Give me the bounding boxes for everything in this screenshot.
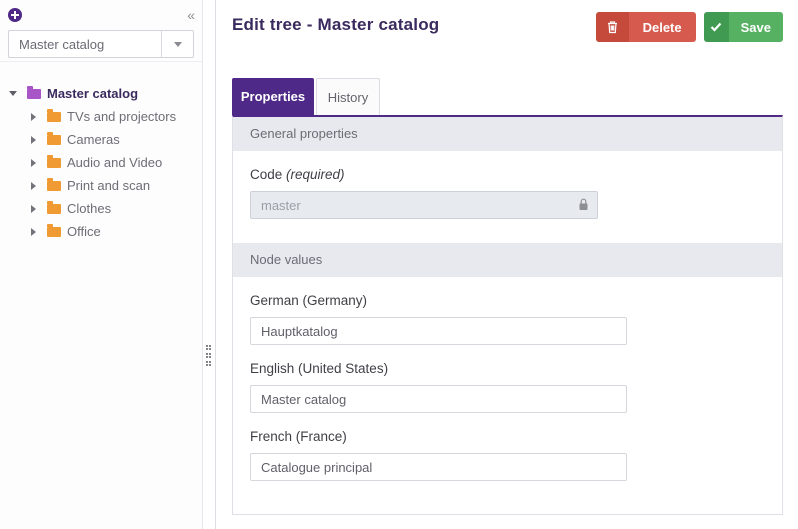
section-general-properties: General properties (233, 117, 782, 151)
tree-node-label[interactable]: Print and scan (67, 178, 150, 193)
code-input (250, 191, 598, 219)
tree-node[interactable]: Audio and Video (28, 151, 202, 174)
tree-collapsed-caret-icon[interactable] (28, 159, 43, 167)
category-tree-sidebar: « Master catalog Master catalog TVs and … (0, 0, 203, 529)
caret-down-icon (174, 42, 182, 47)
save-button-label: Save (729, 12, 783, 42)
locale-label: French (France) (250, 429, 765, 444)
category-tree: Master catalog TVs and projectors Camera… (0, 62, 202, 243)
folder-icon (47, 227, 61, 237)
folder-icon (47, 135, 61, 145)
delete-button[interactable]: Delete (596, 12, 696, 42)
save-button[interactable]: Save (704, 12, 783, 42)
create-tree-icon[interactable] (8, 8, 22, 22)
tree-node-label[interactable]: Audio and Video (67, 155, 162, 170)
collapse-sidebar-icon[interactable]: « (187, 8, 195, 22)
page-header: Edit tree - Master catalog Delete (232, 0, 783, 78)
code-label: Code (required) (250, 167, 765, 182)
tree-collapsed-caret-icon[interactable] (28, 182, 43, 190)
locale-input[interactable] (250, 385, 627, 413)
folder-open-icon (27, 89, 41, 99)
check-icon (704, 12, 729, 42)
tab-history[interactable]: History (316, 78, 380, 115)
tree-collapsed-caret-icon[interactable] (28, 136, 43, 144)
locale-label: German (Germany) (250, 293, 765, 308)
folder-icon (47, 112, 61, 122)
tree-collapsed-caret-icon[interactable] (28, 205, 43, 213)
tree-collapsed-caret-icon[interactable] (28, 228, 43, 236)
code-field: Code (required) (250, 167, 765, 219)
tree-expanded-caret-icon[interactable] (8, 91, 23, 96)
main-content: Edit tree - Master catalog Delete (216, 0, 798, 529)
tab-bar: Properties History (232, 78, 783, 115)
properties-panel: General properties Code (required) (232, 115, 783, 515)
locale-label: English (United States) (250, 361, 765, 376)
header-actions: Delete Save (596, 12, 783, 42)
sidebar-toolbar: « (0, 0, 202, 24)
resize-grip-icon[interactable] (206, 345, 208, 366)
locale-input[interactable] (250, 453, 627, 481)
tree-node-label[interactable]: Cameras (67, 132, 120, 147)
page-title: Edit tree - Master catalog (232, 15, 439, 35)
sidebar-resize-gutter[interactable] (203, 0, 216, 529)
tree-selector-caret[interactable] (161, 31, 193, 57)
tree-node[interactable]: Cameras (28, 128, 202, 151)
tree-selector-dropdown[interactable]: Master catalog (8, 30, 194, 58)
app-window: « Master catalog Master catalog TVs and … (0, 0, 798, 529)
section-node-values: Node values (233, 243, 782, 277)
tree-node[interactable]: Clothes (28, 197, 202, 220)
folder-icon (47, 158, 61, 168)
tree-root-label[interactable]: Master catalog (47, 86, 138, 101)
tree-node[interactable]: Print and scan (28, 174, 202, 197)
folder-icon (47, 181, 61, 191)
tree-node-label[interactable]: Clothes (67, 201, 111, 216)
required-hint: (required) (286, 167, 345, 182)
tree-root-node[interactable]: Master catalog (8, 82, 202, 105)
locale-field: German (Germany) (250, 293, 765, 345)
tree-node-label[interactable]: Office (67, 224, 101, 239)
delete-button-label: Delete (629, 12, 696, 42)
tree-children: TVs and projectors Cameras Audio and Vid… (8, 105, 202, 243)
tree-node[interactable]: Office (28, 220, 202, 243)
folder-icon (47, 204, 61, 214)
tree-collapsed-caret-icon[interactable] (28, 113, 43, 121)
locale-field: English (United States) (250, 361, 765, 413)
tree-node[interactable]: TVs and projectors (28, 105, 202, 128)
trash-icon (596, 12, 629, 42)
tree-selector-value: Master catalog (9, 37, 161, 52)
lock-icon (578, 198, 589, 214)
tab-properties[interactable]: Properties (232, 78, 314, 115)
tree-node-label[interactable]: TVs and projectors (67, 109, 176, 124)
general-fields: Code (required) (233, 167, 782, 219)
locale-field: French (France) (250, 429, 765, 481)
locale-input[interactable] (250, 317, 627, 345)
node-value-fields: German (Germany) English (United States)… (233, 293, 782, 481)
